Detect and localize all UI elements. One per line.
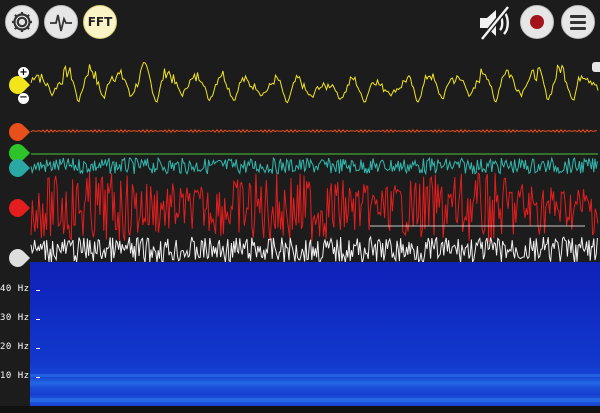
frequency-tick xyxy=(36,377,40,378)
channel-6-marker[interactable] xyxy=(9,249,30,267)
channel-2-trace xyxy=(30,129,598,133)
frequency-label-30: 30 Hz xyxy=(0,313,30,323)
eeg-traces xyxy=(30,62,599,262)
channel-1-marker[interactable] xyxy=(9,76,30,94)
channel-4-trace xyxy=(30,156,598,176)
frequency-label-10: 10 Hz xyxy=(0,371,30,381)
bottom-bar xyxy=(0,406,600,413)
channel-6-trace xyxy=(30,235,598,262)
frequency-label-40: 40 Hz xyxy=(0,284,30,294)
channel-5-trace xyxy=(30,172,599,243)
channel-2-marker[interactable] xyxy=(9,123,30,141)
channel-4-marker[interactable] xyxy=(9,159,30,177)
channel-5-marker[interactable] xyxy=(9,199,30,217)
spectrogram-band xyxy=(30,374,600,377)
channel-1-trace xyxy=(30,62,599,104)
frequency-tick xyxy=(36,290,40,291)
spectrogram xyxy=(30,262,600,406)
frequency-label-20: 20 Hz xyxy=(0,342,30,352)
frequency-tick xyxy=(36,348,40,349)
frequency-tick xyxy=(36,319,40,320)
spectrogram-band xyxy=(30,398,600,402)
